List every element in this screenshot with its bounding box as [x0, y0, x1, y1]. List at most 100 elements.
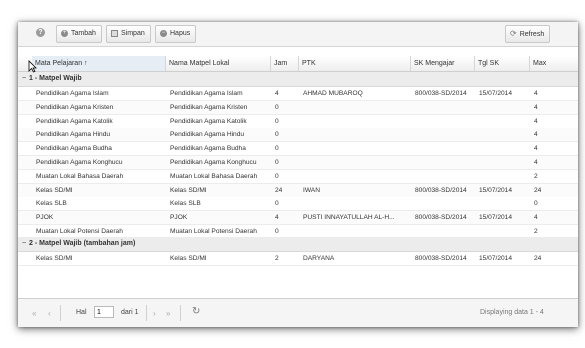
refresh-icon: ⟳ [510, 29, 517, 38]
cell-max: 4 [534, 159, 538, 166]
cell-lokal: Muatan Lokal Bahasa Daerah [170, 172, 258, 180]
group-header[interactable]: −1 - Matpel Wajib [18, 72, 578, 87]
cell-lokal: Pendidikan Agama Konghucu [170, 159, 257, 166]
cell-sk [411, 197, 475, 210]
cell-ptk: DARYANA [303, 255, 335, 262]
delete-button-label: Hapus [170, 30, 191, 37]
cell-ptk: IWAN [303, 186, 320, 194]
cell-lokal: Pendidikan Agama Katolik [170, 117, 247, 125]
add-button-label: Tambah [71, 30, 96, 37]
last-page-icon[interactable]: » [166, 309, 170, 318]
mouse-cursor-icon [28, 60, 37, 73]
cell-jam: 0 [275, 200, 279, 208]
cell-lokal: Kelas SD/MI [170, 255, 207, 262]
table-row[interactable]: Pendidikan Agama Hindu Pendidikan Agama H… [18, 128, 578, 143]
cell-max: 4 [534, 117, 538, 125]
column-header-mata-pelajaran[interactable]: Mata Pelajaran ↑ [32, 56, 166, 71]
collapse-icon[interactable]: − [22, 72, 29, 86]
group-header[interactable]: −2 - Matpel Wajib (tambahan jam) [18, 237, 578, 252]
cell-mapel: Pendidikan Agama Hindu [36, 131, 111, 139]
group-label: 1 - Matpel Wajib [29, 75, 82, 82]
cell-tgl [475, 197, 530, 210]
add-button[interactable]: + Tambah [56, 25, 102, 43]
next-page-icon[interactable]: › [153, 309, 156, 318]
cell-ptk [299, 156, 411, 169]
first-page-icon[interactable]: « [32, 309, 36, 318]
column-header-nama-matpel-lokal[interactable]: Nama Matpel Lokal [166, 56, 271, 71]
cell-max: 4 [534, 90, 538, 97]
cell-jam: 24 [275, 186, 283, 194]
cell-mapel: PJOK [36, 214, 54, 222]
cell-mapel: Pendidikan Agama Konghucu [36, 159, 123, 166]
table-row[interactable]: Kelas SD/MI Kelas SD/MI 2 DARYANA 800/038-SD… [18, 252, 578, 266]
divider [60, 305, 61, 321]
delete-button[interactable]: − Hapus [155, 25, 197, 43]
cell-tgl [475, 115, 530, 128]
cell-jam: 0 [275, 172, 279, 180]
column-header-max[interactable]: Max [530, 56, 578, 71]
cell-sk [411, 128, 475, 141]
table-row[interactable]: Muatan Lokal Bahasa Daerah Muatan Lokal B… [18, 169, 578, 184]
column-header-sk-mengajar[interactable]: SK Mengajar [411, 56, 475, 71]
group-label: 2 - Matpel Wajib (tambahan jam) [29, 240, 136, 247]
cell-jam: 0 [275, 117, 279, 125]
cell-max: 4 [534, 214, 538, 222]
cell-sk: 800/038-SD/2014 [415, 214, 467, 222]
cell-tgl: 15/07/2014 [479, 214, 513, 222]
cell-jam: 0 [275, 103, 279, 111]
cell-lokal: PJOK [170, 214, 188, 222]
cell-mapel: Muatan Lokal Bahasa Daerah [36, 172, 124, 180]
cell-max: 24 [534, 255, 542, 262]
cell-tgl [475, 156, 530, 169]
cell-max: 4 [534, 103, 538, 111]
table-row[interactable]: Pendidikan Agama Kristen Pendidikan Agama… [18, 100, 578, 115]
page-count-label: dari 1 [121, 309, 139, 316]
cell-ptk [299, 170, 411, 183]
column-header-tgl-sk[interactable]: Tgl SK [475, 56, 530, 71]
reload-icon[interactable]: ↻ [192, 306, 200, 317]
cell-tgl: 15/07/2014 [479, 255, 513, 262]
page-label: Hal [76, 309, 87, 316]
cell-lokal: Pendidikan Agama Kristen [170, 103, 248, 111]
cell-max: 4 [534, 145, 538, 153]
cell-ptk [299, 128, 411, 141]
cell-sk [411, 156, 475, 169]
cell-lokal: Kelas SLB [170, 200, 201, 208]
cell-mapel: Kelas SLB [36, 200, 67, 208]
column-header-jam[interactable]: Jam [271, 56, 299, 71]
grid-header: Mata Pelajaran ↑ Nama Matpel Lokal Jam P… [18, 56, 578, 72]
pagination-bar: « ‹ Hal 1 dari 1 › » ↻ Displaying data 1… [18, 298, 578, 327]
table-row[interactable]: Pendidikan Agama Katolik Pendidikan Agama… [18, 114, 578, 129]
page-input[interactable]: 1 [94, 306, 114, 318]
cell-sk [411, 170, 475, 183]
table-row[interactable]: Kelas SD/MI Kelas SD/MI 24 IWAN 800/038-SD/2… [18, 183, 578, 198]
cell-jam: 0 [275, 159, 279, 166]
cell-mapel: Kelas SD/MI [36, 186, 73, 194]
cell-mapel: Pendidikan Agama Islam [36, 90, 109, 97]
save-button[interactable]: Simpan [106, 25, 151, 43]
table-row[interactable]: Pendidikan Agama Konghucu Pendidikan Agam… [18, 156, 578, 170]
table-row[interactable]: Pendidikan Agama Islam Pendidikan Agama I… [18, 87, 578, 101]
cell-jam: 4 [275, 214, 279, 222]
cell-ptk: PUSTI INNAYATULLAH AL-H... [303, 214, 395, 222]
cell-lokal: Pendidikan Agama Islam [170, 90, 243, 97]
refresh-button[interactable]: ⟳ Refresh [505, 25, 551, 43]
cell-mapel: Kelas SD/MI [36, 255, 73, 262]
column-header-ptk[interactable]: PTK [299, 56, 411, 71]
help-icon[interactable]: ? [36, 28, 45, 37]
table-row[interactable]: Pendidikan Agama Budha Pendidikan Agama B… [18, 142, 578, 157]
save-icon [111, 29, 118, 37]
cell-sk: 800/038-SD/2014 [415, 90, 467, 97]
collapse-icon[interactable]: − [22, 237, 29, 251]
display-info: Displaying data 1 - 4 [480, 309, 544, 316]
add-icon: + [61, 29, 68, 37]
cell-jam: 4 [275, 90, 279, 97]
refresh-button-label: Refresh [519, 30, 545, 38]
cell-tgl [475, 101, 530, 114]
table-row[interactable]: PJOK PJOK 4 PUSTI INNAYATULLAH AL-H... 800/0… [18, 211, 578, 226]
save-button-label: Simpan [121, 30, 145, 37]
prev-page-icon[interactable]: ‹ [48, 309, 51, 318]
table-row[interactable]: Kelas SLB Kelas SLB 0 0 [18, 197, 578, 212]
cell-ptk [299, 101, 411, 114]
toolbar: ? + Tambah Simpan − Hapus ⟳ Refresh [18, 22, 578, 47]
